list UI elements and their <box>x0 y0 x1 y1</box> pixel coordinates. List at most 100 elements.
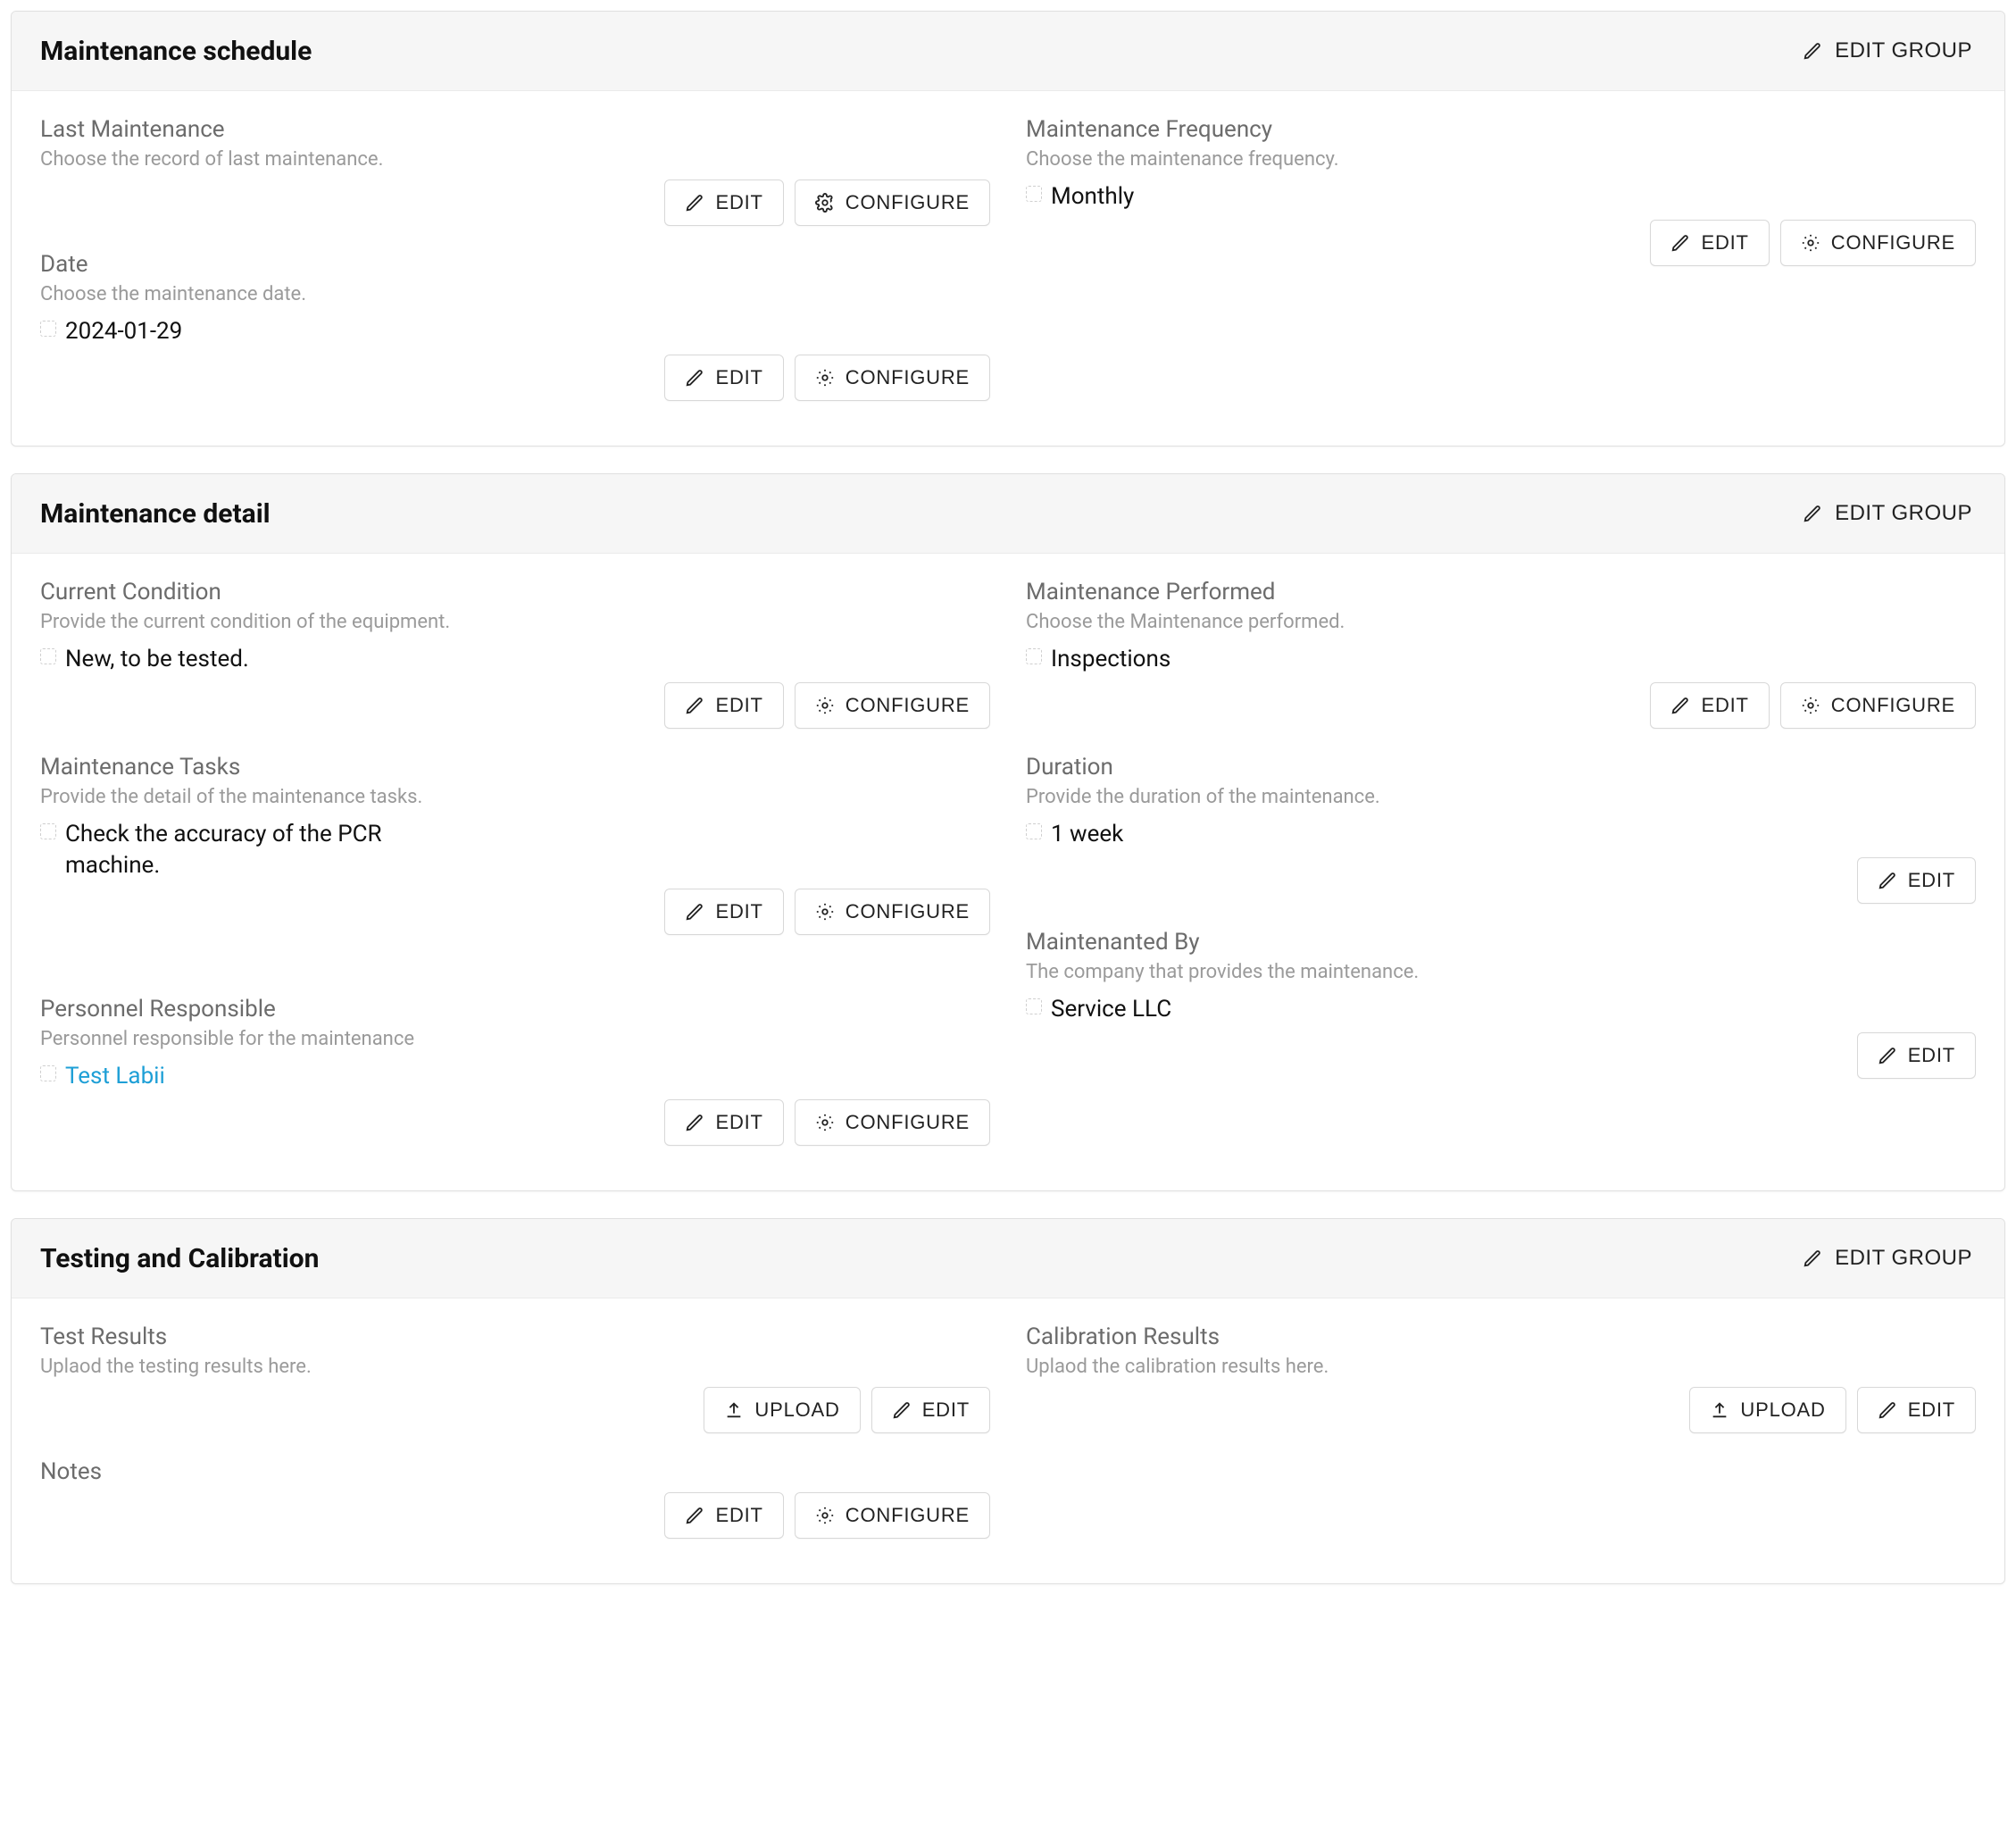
edit-group-button[interactable]: EDIT GROUP <box>1799 496 1976 531</box>
configure-button[interactable]: CONFIGURE <box>1780 220 1976 266</box>
checkbox-placeholder-icon <box>40 1065 56 1081</box>
field-calibration-results: Calibration Results Uplaod the calibrati… <box>1026 1323 1976 1442</box>
checkbox-placeholder-icon <box>40 648 56 664</box>
edit-button[interactable]: EDIT <box>1857 1032 1976 1079</box>
edit-button[interactable]: EDIT <box>664 355 783 401</box>
checkbox-placeholder-icon <box>1026 186 1042 202</box>
card-header: Maintenance detail EDIT GROUP <box>12 474 2004 554</box>
edit-button[interactable]: EDIT <box>1650 220 1769 266</box>
edit-group-label: EDIT GROUP <box>1835 1246 1972 1271</box>
field-hint: Uplaod the calibration results here. <box>1026 1356 1976 1378</box>
group-testing-calibration: Testing and Calibration EDIT GROUP Test … <box>11 1218 2005 1584</box>
field-maintained-by: Maintenanted By The company that provide… <box>1026 929 1976 1088</box>
edit-group-button[interactable]: EDIT GROUP <box>1799 33 1976 69</box>
button-label: EDIT <box>715 900 762 923</box>
button-label: CONFIGURE <box>846 1111 970 1134</box>
gear-icon <box>815 1113 835 1132</box>
gear-icon <box>815 902 835 922</box>
gear-icon <box>1801 696 1820 715</box>
configure-button[interactable]: CONFIGURE <box>1780 682 1976 729</box>
field-value: New, to be tested. <box>65 644 249 675</box>
button-label: CONFIGURE <box>1831 694 1955 717</box>
field-hint: Choose the maintenance frequency. <box>1026 148 1976 171</box>
button-label: EDIT <box>1701 231 1748 255</box>
edit-group-label: EDIT GROUP <box>1835 501 1972 526</box>
configure-button[interactable]: CONFIGURE <box>795 889 990 935</box>
field-hint: Uplaod the testing results here. <box>40 1356 990 1378</box>
field-label: Maintenance Performed <box>1026 579 1976 605</box>
upload-button[interactable]: UPLOAD <box>1689 1387 1845 1433</box>
button-label: CONFIGURE <box>846 366 970 389</box>
button-label: CONFIGURE <box>846 900 970 923</box>
upload-icon <box>1710 1400 1729 1420</box>
gear-icon <box>1801 233 1820 253</box>
field-test-results: Test Results Uplaod the testing results … <box>40 1323 990 1442</box>
configure-button[interactable]: CONFIGURE <box>795 355 990 401</box>
edit-button[interactable]: EDIT <box>664 1099 783 1146</box>
checkbox-placeholder-icon <box>40 321 56 337</box>
field-hint: Provide the detail of the maintenance ta… <box>40 786 990 808</box>
button-label: UPLOAD <box>1740 1398 1825 1422</box>
edit-group-label: EDIT GROUP <box>1835 38 1972 63</box>
button-label: EDIT <box>715 1111 762 1134</box>
button-label: CONFIGURE <box>846 1504 970 1527</box>
field-maintenance-tasks: Maintenance Tasks Provide the detail of … <box>40 754 990 944</box>
field-label: Personnel Responsible <box>40 996 990 1023</box>
pencil-icon <box>685 368 704 388</box>
pencil-icon <box>685 1506 704 1525</box>
configure-button[interactable]: CONFIGURE <box>795 1492 990 1539</box>
edit-button[interactable]: EDIT <box>664 889 783 935</box>
field-value: Service LLC <box>1051 994 1171 1025</box>
edit-button[interactable]: EDIT <box>664 179 783 226</box>
field-label: Test Results <box>40 1323 990 1350</box>
field-label: Notes <box>40 1458 990 1485</box>
pencil-icon <box>685 696 704 715</box>
field-personnel-responsible: Personnel Responsible Personnel responsi… <box>40 996 990 1155</box>
field-value: Monthly <box>1051 181 1134 213</box>
field-hint: Provide the current condition of the equ… <box>40 611 990 633</box>
upload-button[interactable]: UPLOAD <box>704 1387 860 1433</box>
button-label: EDIT <box>1908 869 1955 892</box>
card-header: Maintenance schedule EDIT GROUP <box>12 12 2004 91</box>
pencil-icon <box>892 1400 912 1420</box>
field-hint: Choose the record of last maintenance. <box>40 148 990 171</box>
configure-button[interactable]: CONFIGURE <box>795 1099 990 1146</box>
field-hint: Choose the maintenance date. <box>40 283 990 305</box>
pencil-icon <box>1670 233 1690 253</box>
field-value: 1 week <box>1051 819 1123 850</box>
edit-group-button[interactable]: EDIT GROUP <box>1799 1240 1976 1276</box>
pencil-icon <box>1878 1400 1897 1420</box>
field-hint: Personnel responsible for the maintenanc… <box>40 1028 990 1050</box>
pencil-icon <box>1670 696 1690 715</box>
configure-button[interactable]: CONFIGURE <box>795 179 990 226</box>
checkbox-placeholder-icon <box>1026 998 1042 1014</box>
checkbox-placeholder-icon <box>40 823 56 839</box>
edit-button[interactable]: EDIT <box>1650 682 1769 729</box>
edit-button[interactable]: EDIT <box>1857 857 1976 904</box>
pencil-icon <box>685 193 704 213</box>
button-label: EDIT <box>1908 1044 1955 1067</box>
field-value: 2024-01-29 <box>65 316 182 347</box>
edit-button[interactable]: EDIT <box>664 682 783 729</box>
button-label: CONFIGURE <box>846 694 970 717</box>
gear-icon <box>815 368 835 388</box>
pencil-icon <box>1878 1046 1897 1065</box>
upload-icon <box>724 1400 744 1420</box>
field-notes: Notes EDIT CONFIGURE <box>40 1458 990 1548</box>
button-label: EDIT <box>715 191 762 214</box>
field-maintenance-frequency: Maintenance Frequency Choose the mainten… <box>1026 116 1976 275</box>
edit-button[interactable]: EDIT <box>1857 1387 1976 1433</box>
field-label: Date <box>40 251 990 278</box>
group-title: Maintenance detail <box>40 498 271 530</box>
field-current-condition: Current Condition Provide the current co… <box>40 579 990 738</box>
button-label: CONFIGURE <box>1831 231 1955 255</box>
button-label: EDIT <box>1701 694 1748 717</box>
edit-button[interactable]: EDIT <box>664 1492 783 1539</box>
pencil-icon <box>685 1113 704 1132</box>
configure-button[interactable]: CONFIGURE <box>795 682 990 729</box>
button-label: EDIT <box>715 366 762 389</box>
personnel-link[interactable]: Test Labii <box>65 1061 165 1092</box>
field-value: Check the accuracy of the PCR machine. <box>65 819 440 881</box>
edit-button[interactable]: EDIT <box>871 1387 990 1433</box>
checkbox-placeholder-icon <box>1026 823 1042 839</box>
